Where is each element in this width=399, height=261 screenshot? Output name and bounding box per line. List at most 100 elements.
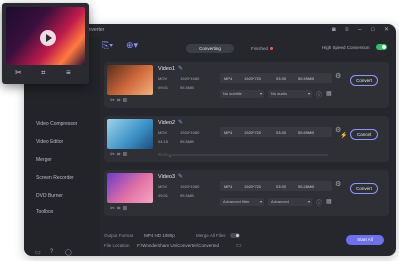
output-settings[interactable]: MP4 1920*720 03:30 55.59MB [220, 73, 332, 83]
output-duration: 03:30 [276, 184, 287, 189]
output-format: MP4 [224, 130, 233, 135]
help-icon[interactable]: ? [50, 249, 53, 255]
convert-button[interactable]: Convert [350, 75, 378, 86]
output-resolution: 1920*720 [244, 184, 262, 189]
play-icon[interactable] [40, 30, 56, 46]
high-speed-icon: ⚡ [340, 133, 348, 139]
output-size: 55.28MB [298, 184, 315, 189]
maximize-icon[interactable]: □ [371, 27, 375, 34]
output-format: MP4 [224, 76, 233, 81]
status-tabs: Converting Finished [186, 44, 290, 53]
source-duration: 09:01 [158, 85, 169, 90]
video-thumbnail[interactable] [107, 173, 153, 203]
scissors-icon[interactable]: ✂ [15, 68, 22, 77]
subtitle-select[interactable]: No subtitle ▾ [220, 90, 264, 98]
audio-select[interactable]: Advanced ▾ [268, 198, 312, 206]
video-card: ✂⌗≣ Video1 ✎ MOV 1920*1080 09:01 95.5MB … [104, 62, 389, 108]
tab-finished[interactable]: Finished [238, 44, 286, 53]
output-format: MP4 [224, 184, 233, 189]
video-card: ✂⌗≣ Video2 ✎ MOV 1920*1080 04:15 95.5MB … [104, 116, 389, 162]
preview-icon[interactable]: ▦ [326, 198, 332, 205]
tab-converting-label: Converting [199, 46, 221, 51]
menu-icon[interactable]: ≡ [345, 27, 349, 34]
user-icon[interactable]: ◯ [65, 249, 72, 256]
output-settings[interactable]: MP4 1920*720 03:30 55.28MB [220, 181, 332, 191]
sidebar-item-video-compressor[interactable]: Video Compressor [36, 121, 77, 127]
library-icon[interactable]: ▭ [35, 249, 41, 256]
output-size: 55.59MB [298, 130, 315, 135]
settings-icon[interactable]: ⚙ [335, 72, 341, 80]
output-resolution: 1920*720 [244, 130, 262, 135]
output-resolution: 1920*720 [244, 76, 262, 81]
source-format: MOV [158, 130, 168, 135]
subtitle-select[interactable]: Advanced filter ▾ [220, 198, 264, 206]
high-speed-label: High Speed Conversion [322, 45, 370, 50]
audio-value: Advanced [271, 199, 289, 204]
cut-icon[interactable]: ✂ [110, 206, 117, 212]
add-more-icon[interactable]: ⊕▾ [126, 40, 138, 51]
sidebar-item-toolbox[interactable]: Toolbox [36, 209, 53, 215]
video-name: Video2 [158, 120, 176, 126]
sidebar-item-video-editor[interactable]: Video Editor [36, 139, 63, 145]
output-format-label: Output Format [104, 233, 134, 238]
thumbnail-tools: ✂⌗≣ [110, 151, 129, 159]
source-size: 95.5MB [180, 85, 194, 90]
edit-name-icon[interactable]: ✎ [178, 173, 183, 180]
source-resolution: 1920*1080 [180, 76, 200, 81]
convert-button[interactable]: Convert [350, 183, 378, 194]
chevron-down-icon: ▾ [259, 91, 262, 96]
close-window-icon[interactable]: ✕ [384, 27, 389, 34]
cut-icon[interactable]: ✂ [110, 98, 117, 104]
video-thumbnail[interactable] [107, 65, 153, 95]
source-format: MOV [158, 184, 168, 189]
cancel-label: Cancel [356, 132, 371, 137]
info-icon[interactable]: ⓘ [316, 90, 322, 99]
output-duration: 03:30 [276, 130, 287, 135]
video-thumbnail[interactable] [107, 119, 153, 149]
sidebar-item-screen-recorder[interactable]: Screen Recorder [36, 175, 74, 181]
settings-icon[interactable]: ⚙ [335, 180, 341, 188]
audio-value: No audio [271, 91, 288, 96]
subtitle-value: Advanced filter [223, 199, 250, 204]
audio-select[interactable]: No audio ▾ [268, 90, 312, 98]
cut-icon[interactable]: ✂ [110, 152, 117, 158]
edit-name-icon[interactable]: ✎ [178, 119, 183, 126]
chevron-down-icon: ▾ [259, 199, 262, 204]
merge-toggle[interactable] [230, 233, 240, 238]
chevron-down-icon: ▾ [307, 91, 310, 96]
start-all-button[interactable]: Start All [346, 235, 384, 245]
cancel-button[interactable]: Cancel [350, 129, 378, 140]
progress-bar [158, 154, 328, 156]
menu-icon[interactable]: ≡ [66, 68, 71, 77]
output-format-select[interactable]: MP4 HD 1080p [144, 233, 175, 238]
crop-icon[interactable]: ⌗ [41, 68, 46, 78]
merge-label: Merge All Files [196, 233, 226, 238]
account-icon[interactable]: ◙ [332, 27, 336, 34]
high-speed-toggle[interactable] [376, 44, 387, 50]
info-icon[interactable]: ⓘ [316, 198, 322, 207]
effects-icon[interactable]: ≣ [122, 98, 129, 104]
video-name: Video3 [158, 174, 176, 180]
notification-dot [270, 47, 273, 51]
preview-image [6, 7, 85, 65]
minimize-icon[interactable]: – [358, 27, 361, 34]
edit-name-icon[interactable]: ✎ [178, 65, 183, 72]
tab-converting[interactable]: Converting [186, 44, 234, 53]
add-files-icon[interactable]: ⎘▾ [102, 40, 113, 51]
effects-icon[interactable]: ≣ [122, 152, 129, 158]
preview-icon[interactable]: ▦ [326, 90, 332, 97]
sidebar-item-dvd-burner[interactable]: DVD Burner [36, 193, 63, 199]
source-resolution: 1920*1080 [180, 130, 200, 135]
source-size: 95.5MB [180, 193, 194, 198]
output-settings[interactable]: MP4 1920*720 03:30 55.59MB [220, 127, 332, 137]
thumbnail-tools: ✂⌗≣ [110, 205, 129, 213]
sidebar-item-merger[interactable]: Merger [36, 157, 52, 163]
effects-icon[interactable]: ≣ [122, 206, 129, 212]
file-location-path[interactable]: F:\Wondershare UniConverter\Converted [137, 243, 219, 248]
source-duration: 04:15 [158, 139, 169, 144]
source-size: 95.5MB [180, 139, 194, 144]
video-name: Video1 [158, 66, 176, 72]
source-format: MOV [158, 76, 168, 81]
video-card: ✂⌗≣ Video3 ✎ MOV 1920*1080 09:01 95.5MB … [104, 170, 389, 216]
folder-icon[interactable]: ▭ [236, 242, 242, 249]
